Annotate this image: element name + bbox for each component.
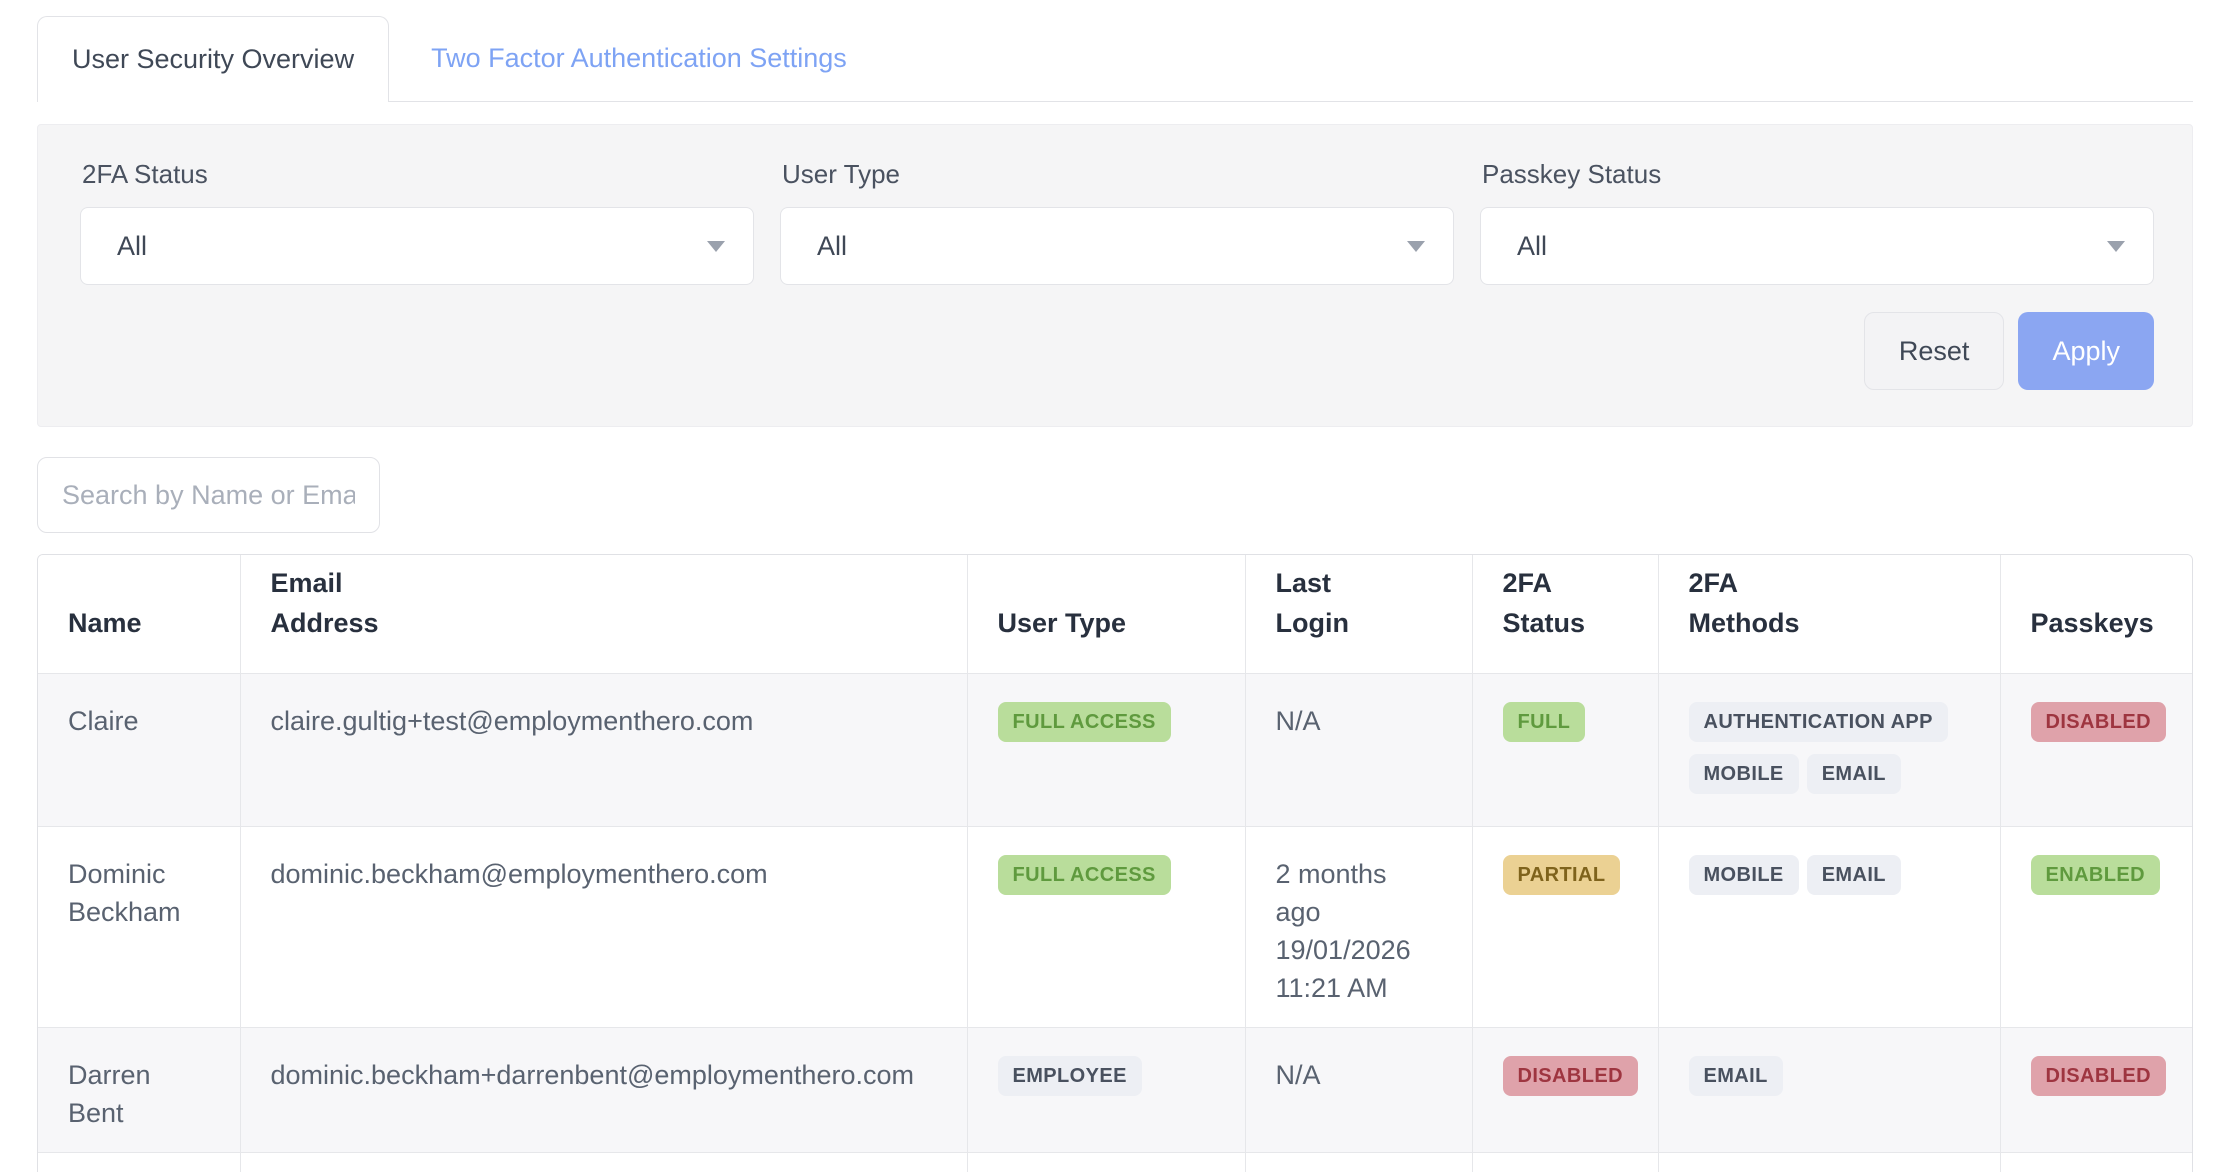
column-header-email-address: Email Address	[240, 555, 967, 673]
user-name: Darren Bent	[68, 1056, 200, 1132]
cell-name: Racy Jodi	[38, 1152, 240, 1172]
page-content: User Security OverviewTwo Factor Authent…	[37, 16, 2193, 1172]
cell-2fa-status: PARTIAL	[1472, 826, 1658, 1027]
column-header-user-type: User Type	[967, 555, 1245, 673]
filter-field-user-type: User Type All	[780, 159, 1454, 285]
status-badge-full: FULL	[1503, 702, 1586, 742]
column-header-label: Passkeys	[2031, 603, 2154, 643]
cell-user-type: FULL ACCESS	[967, 826, 1245, 1027]
chevron-down-icon	[707, 241, 725, 252]
reset-button[interactable]: Reset	[1864, 312, 2005, 390]
table-row: Racy Jodidominic.beckham+payrollracy@emp…	[38, 1152, 2193, 1172]
chevron-down-icon	[1407, 241, 1425, 252]
apply-button[interactable]: Apply	[2018, 312, 2154, 390]
tab-user-security-overview[interactable]: User Security Overview	[37, 16, 389, 102]
status-badge-enabled: ENABLED	[2031, 855, 2160, 895]
table-row: Claire claire.gultig+test@employmenthero.…	[38, 673, 2193, 826]
cell-last-login: N/A	[1245, 1027, 1472, 1152]
cell-email: dominic.beckham+payrollracy@employmenthe…	[240, 1152, 967, 1172]
status-badge-disabled: DISABLED	[2031, 702, 2166, 742]
filter-field-passkey-status: Passkey Status All	[1480, 159, 2154, 285]
column-header-passkeys: Passkeys	[2000, 555, 2193, 673]
cell-passkeys: ENABLED	[2000, 826, 2193, 1027]
cell-2fa-methods: AUTHENTICATION APP MOBILEEMAIL	[1658, 673, 2000, 826]
cell-name: Dominic Beckham	[38, 826, 240, 1027]
user-email: claire.gultig+test@employmenthero.com	[271, 702, 943, 740]
user-email: dominic.beckham+darrenbent@employmenther…	[271, 1056, 943, 1094]
cell-2fa-methods: EMAIL	[1658, 1152, 2000, 1172]
cell-name: Darren Bent	[38, 1027, 240, 1152]
column-header-label: User Type	[998, 603, 1127, 643]
status-badge-email: EMAIL	[1689, 1056, 1783, 1096]
table-header-row: Name Email Address User Type Last Login 2FA …	[38, 555, 2193, 673]
table-row: Darren Bent dominic.beckham+darrenbent@em…	[38, 1027, 2193, 1152]
cell-passkeys: DISABLED	[2000, 1152, 2193, 1172]
filter-label-user-type: User Type	[782, 159, 1454, 190]
last-login-value: 2 months ago 19/01/2026 11:21 AM	[1276, 855, 1418, 1007]
filter-field-2fa-status: 2FA Status All	[80, 159, 754, 285]
last-login-value: N/A	[1276, 702, 1418, 740]
column-header-2fa-status: 2FA Status	[1472, 555, 1658, 673]
cell-user-type: FULL ACCESS	[967, 673, 1245, 826]
column-header-2fa-methods: 2FA Methods	[1658, 555, 2000, 673]
cell-last-login: N/A	[1245, 673, 1472, 826]
tab-bar: User Security OverviewTwo Factor Authent…	[37, 16, 2193, 102]
cell-2fa-methods: EMAIL	[1658, 1027, 2000, 1152]
cell-2fa-methods: MOBILEEMAIL	[1658, 826, 2000, 1027]
status-badge-email: EMAIL	[1807, 855, 1901, 895]
cell-email: dominic.beckham@employmenthero.com	[240, 826, 967, 1027]
cell-2fa-status: DISABLED	[1472, 1152, 1658, 1172]
2fa-status-dropdown[interactable]: All	[80, 207, 754, 285]
dropdown-value: All	[817, 231, 847, 262]
column-header-label: Last Login	[1276, 563, 1406, 643]
user-name: Dominic Beckham	[68, 855, 200, 931]
user-name: Claire	[68, 702, 200, 740]
status-badge-email: EMAIL	[1807, 754, 1901, 794]
tab-two-factor-authentication-settings[interactable]: Two Factor Authentication Settings	[389, 16, 889, 101]
cell-passkeys: DISABLED	[2000, 1027, 2193, 1152]
user-email: dominic.beckham@employmenthero.com	[271, 855, 943, 893]
user-security-table: Name Email Address User Type Last Login 2FA …	[37, 554, 2193, 1172]
status-badge-disabled: DISABLED	[1503, 1056, 1638, 1096]
filter-fields: 2FA Status All User Type All Passkey Status A…	[80, 159, 2154, 285]
status-badge-authentication-app: AUTHENTICATION APP	[1689, 702, 1948, 742]
passkey-status-dropdown[interactable]: All	[1480, 207, 2154, 285]
status-badge-disabled: DISABLED	[2031, 1056, 2166, 1096]
filter-actions: Reset Apply	[80, 312, 2154, 390]
cell-user-type: EMPLOYEE	[967, 1152, 1245, 1172]
cell-last-login: 2 months ago 19/01/2026 11:21 AM	[1245, 826, 1472, 1027]
cell-last-login: N/A	[1245, 1152, 1472, 1172]
filter-label-passkey-status: Passkey Status	[1482, 159, 2154, 190]
column-header-name: Name	[38, 555, 240, 673]
column-header-last-login: Last Login	[1245, 555, 1472, 673]
cell-2fa-status: FULL	[1472, 673, 1658, 826]
status-badge-full-access: FULL ACCESS	[998, 702, 1171, 742]
table-row: Dominic Beckham dominic.beckham@employmen…	[38, 826, 2193, 1027]
filter-panel: 2FA Status All User Type All Passkey Status A…	[37, 124, 2193, 427]
column-header-label: 2FA Status	[1503, 563, 1632, 643]
status-badge-mobile: MOBILE	[1689, 855, 1799, 895]
status-badge-mobile: MOBILE	[1689, 754, 1799, 794]
status-badge-partial: PARTIAL	[1503, 855, 1621, 895]
cell-2fa-status: DISABLED	[1472, 1027, 1658, 1152]
filter-label-2fa-status: 2FA Status	[82, 159, 754, 190]
status-badge-employee: EMPLOYEE	[998, 1056, 1142, 1096]
user-security-page: User Security OverviewTwo Factor Authent…	[0, 0, 2220, 1172]
cell-name: Claire	[38, 673, 240, 826]
dropdown-value: All	[1517, 231, 1547, 262]
cell-user-type: EMPLOYEE	[967, 1027, 1245, 1152]
search-input[interactable]	[37, 457, 380, 533]
dropdown-value: All	[117, 231, 147, 262]
user-type-dropdown[interactable]: All	[780, 207, 1454, 285]
column-header-label: Name	[68, 603, 142, 643]
chevron-down-icon	[2107, 241, 2125, 252]
last-login-value: N/A	[1276, 1056, 1418, 1094]
column-header-label: Email Address	[271, 563, 401, 643]
column-header-label: 2FA Methods	[1689, 563, 1819, 643]
cell-passkeys: DISABLED	[2000, 673, 2193, 826]
cell-email: claire.gultig+test@employmenthero.com	[240, 673, 967, 826]
cell-email: dominic.beckham+darrenbent@employmenther…	[240, 1027, 967, 1152]
status-badge-full-access: FULL ACCESS	[998, 855, 1171, 895]
